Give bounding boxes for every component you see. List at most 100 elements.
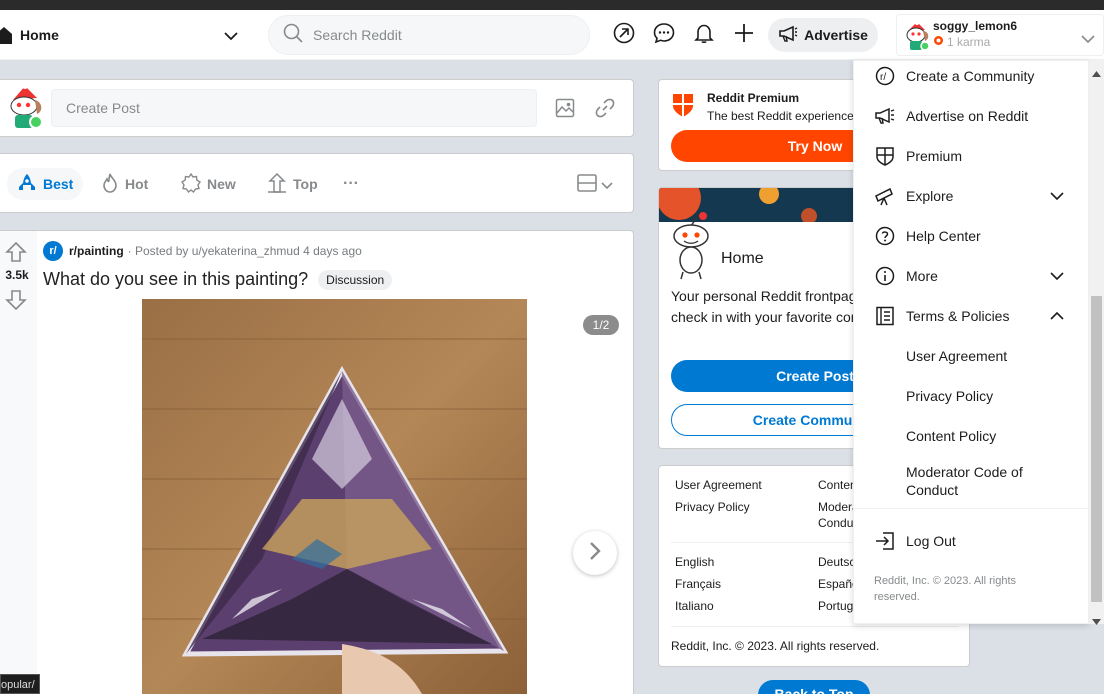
post-flair[interactable]: Discussion	[318, 269, 393, 290]
trending-arrow-icon	[613, 22, 635, 49]
home-label: Home	[20, 27, 59, 43]
menu-help-center[interactable]: Help Center	[854, 216, 1090, 256]
menu-terms-policies[interactable]: Terms & Policies	[854, 296, 1090, 336]
karma-text: 1 karma	[947, 35, 991, 49]
scrollbar-thumb[interactable]	[1091, 296, 1102, 602]
premium-subtitle: The best Reddit experience	[707, 109, 854, 123]
footer-link[interactable]: Privacy Policy	[675, 499, 750, 515]
menu-privacy-policy[interactable]: Privacy Policy	[854, 376, 1090, 416]
post-title[interactable]: What do you see in this painting?	[43, 269, 308, 290]
create-post-placeholder: Create Post	[66, 100, 140, 116]
post-image[interactable]	[142, 299, 527, 694]
karma-display: 1 karma	[933, 35, 990, 49]
menu-moderator-code[interactable]: Moderator Code of Conduct	[854, 456, 1090, 506]
footer-divider	[671, 626, 959, 627]
search-bar[interactable]	[268, 15, 590, 55]
sort-hot-button[interactable]: Hot	[101, 168, 148, 200]
chat-button[interactable]	[649, 20, 679, 50]
language-link[interactable]: English	[675, 554, 714, 570]
scroll-down-arrow-icon[interactable]	[1092, 612, 1101, 630]
vote-column: 3.5k	[0, 231, 37, 694]
menu-advertise-on-reddit[interactable]: Advertise on Reddit	[854, 96, 1090, 136]
chevron-down-icon	[1081, 31, 1095, 49]
downvote-arrow-icon[interactable]	[5, 289, 27, 316]
sort-top-label: Top	[293, 176, 318, 192]
menu-user-agreement[interactable]: User Agreement	[854, 336, 1090, 376]
menu-more[interactable]: More	[854, 256, 1090, 296]
more-dots-icon: ···	[343, 175, 359, 192]
rocket-icon	[17, 173, 37, 196]
username: soggy_lemon6	[933, 19, 1018, 33]
link-icon[interactable]	[595, 98, 615, 123]
home-icon	[0, 26, 12, 44]
chevron-down-icon	[601, 177, 613, 195]
vote-count: 3.5k	[5, 268, 29, 282]
chevron-down-icon	[1050, 268, 1064, 284]
karma-flower-icon	[933, 35, 944, 49]
notifications-button[interactable]	[689, 20, 719, 50]
chevron-right-icon	[589, 541, 601, 566]
menu-label: Premium	[906, 148, 963, 164]
layout-switcher[interactable]	[577, 174, 613, 197]
subreddit-link[interactable]: r/painting	[69, 244, 124, 258]
create-post-card: Create Post	[0, 79, 634, 137]
language-link[interactable]: Italiano	[675, 598, 714, 614]
menu-sub-label: Moderator Code of Conduct	[906, 464, 1023, 498]
sort-best-button[interactable]: Best	[7, 168, 84, 200]
logout-icon	[874, 530, 896, 552]
sort-more-button[interactable]: ···	[343, 168, 359, 200]
menu-content-policy[interactable]: Content Policy	[854, 416, 1090, 456]
menu-sub-label: Privacy Policy	[906, 388, 994, 404]
avatar	[903, 21, 931, 56]
megaphone-icon	[874, 105, 896, 127]
help-circle-icon	[874, 225, 896, 247]
flame-icon	[101, 173, 119, 196]
user-menu-button[interactable]: soggy_lemon6 1 karma	[896, 14, 1104, 56]
footer-copyright: Reddit, Inc. © 2023. All rights reserved…	[671, 639, 880, 653]
home-feed-selector[interactable]: Home	[0, 20, 245, 50]
post-meta: r/ r/painting · Posted by u/yekaterina_z…	[43, 241, 362, 261]
footer-link[interactable]: User Agreement	[675, 477, 762, 493]
sparkle-badge-icon	[181, 172, 201, 196]
advertise-label: Advertise	[804, 27, 868, 43]
image-upload-icon[interactable]	[555, 98, 575, 123]
card-layout-icon	[577, 174, 597, 197]
premium-shield-icon	[874, 145, 896, 167]
gallery-counter: 1/2	[583, 315, 619, 335]
premium-title: Reddit Premium	[707, 91, 800, 105]
menu-explore[interactable]: Explore	[854, 176, 1090, 216]
window-top-strip	[0, 0, 1104, 10]
menu-create-community[interactable]: r/ Create a Community	[854, 56, 1090, 96]
svg-text:r/: r/	[880, 72, 886, 83]
menu-log-out[interactable]: Log Out	[854, 521, 1090, 561]
scroll-up-arrow-icon[interactable]	[1092, 64, 1101, 82]
home-card-title: Home	[721, 250, 764, 267]
sort-new-button[interactable]: New	[181, 168, 236, 200]
popular-button[interactable]	[609, 20, 639, 50]
menu-label: Terms & Policies	[906, 308, 1010, 324]
subreddit-icon[interactable]: r/	[43, 241, 63, 261]
create-post-input[interactable]: Create Post	[51, 89, 537, 127]
advertise-button[interactable]: Advertise	[768, 18, 878, 52]
gallery-next-button[interactable]	[573, 531, 617, 575]
info-circle-icon	[874, 265, 896, 287]
language-link[interactable]: Français	[675, 576, 721, 592]
avatar	[5, 82, 45, 137]
upvote-arrow-icon[interactable]	[5, 241, 27, 268]
sort-new-label: New	[207, 176, 236, 192]
document-list-icon	[874, 305, 896, 327]
back-to-top-button[interactable]: Back to Top	[758, 680, 870, 694]
posted-by: · Posted by u/yekaterina_zhmud 4 days ag…	[127, 244, 362, 258]
create-button[interactable]	[729, 20, 759, 50]
menu-label: Explore	[906, 188, 954, 204]
status-url-bar: opular/	[0, 674, 40, 694]
search-input[interactable]	[313, 27, 573, 43]
plus-icon	[734, 23, 754, 48]
menu-premium[interactable]: Premium	[854, 136, 1090, 176]
post-card[interactable]: 3.5k r/ r/painting · Posted by u/yekater…	[0, 230, 634, 694]
sort-top-button[interactable]: Top	[267, 168, 318, 200]
top-header: Home Advertise	[0, 10, 1104, 60]
shield-logo-icon	[671, 92, 695, 123]
page-scrollbar[interactable]	[1089, 60, 1104, 625]
menu-label: Help Center	[906, 228, 981, 244]
